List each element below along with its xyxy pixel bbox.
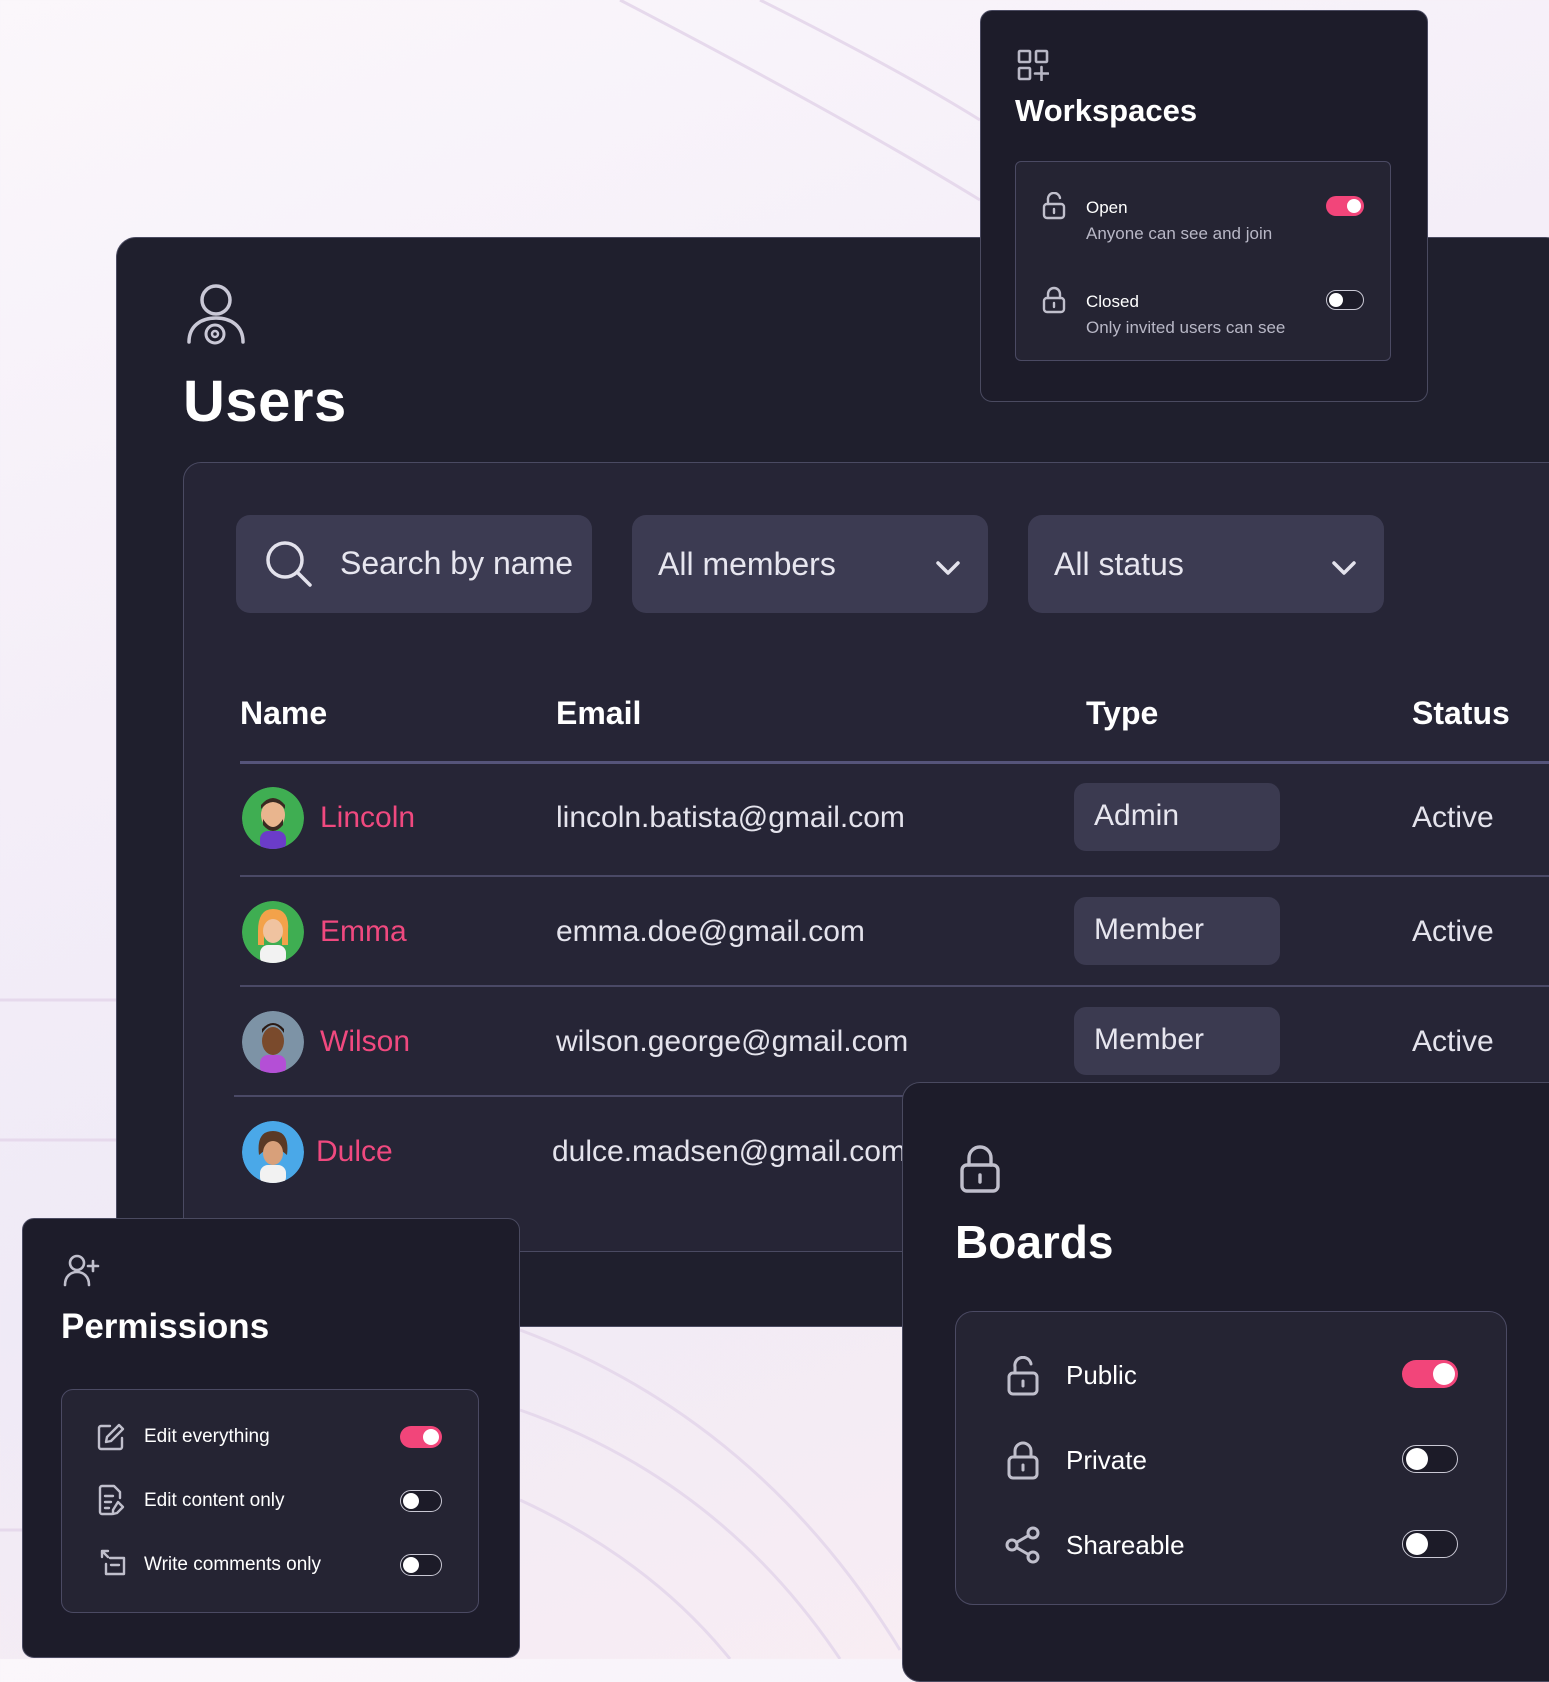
members-dropdown-value: All members [658,545,836,582]
unlock-icon [1042,192,1066,220]
column-header-name[interactable]: Name [240,695,327,732]
shareable-toggle[interactable] [1402,1530,1458,1558]
share-icon [1005,1526,1040,1564]
edit-everything-toggle[interactable] [400,1426,442,1448]
avatar [242,901,304,963]
user-name[interactable]: Dulce [316,1135,393,1169]
permissions-title: Permissions [61,1307,270,1346]
option-description: Only invited users can see [1086,318,1286,337]
public-toggle[interactable] [1402,1360,1458,1388]
option-label: Closed [1086,292,1139,311]
boards-title: Boards [955,1216,1114,1268]
workspaces-options: Open Anyone can see and join Closed Only… [1015,161,1391,361]
user-status: Active [1412,915,1494,948]
option-label: Private [1066,1445,1147,1475]
lock-icon [1007,1441,1039,1480]
user-settings-icon [187,284,245,345]
option-label: Open [1086,198,1128,217]
private-toggle[interactable] [1402,1445,1458,1473]
avatar [242,1121,304,1183]
status-dropdown[interactable]: All status [1028,515,1384,613]
column-header-email[interactable]: Email [556,695,641,732]
user-email: dulce.madsen@gmail.com [552,1135,906,1168]
column-header-status[interactable]: Status [1412,695,1510,732]
user-status: Active [1412,1025,1494,1058]
avatar [242,787,304,849]
option-description: Anyone can see and join [1086,224,1273,243]
user-name[interactable]: Emma [320,915,407,949]
grid-add-icon [1017,49,1049,81]
option-label: Write comments only [144,1554,322,1575]
user-email: lincoln.batista@gmail.com [556,801,905,834]
status-dropdown-value: All status [1054,545,1184,582]
lock-icon [960,1145,1000,1193]
user-type-pill[interactable]: Member [1074,1007,1280,1075]
search-placeholder: Search by name [340,545,574,581]
workspaces-title: Workspaces [1015,93,1198,128]
user-name[interactable]: Lincoln [320,801,415,835]
permissions-card: Permissions Edit everything Edit content… [22,1218,520,1658]
user-type: Member [1094,1023,1205,1056]
user-type-pill[interactable]: Admin [1074,783,1280,851]
table-row[interactable]: Emma emma.doe@gmail.com Member Active [184,877,1549,987]
avatar [242,1011,304,1073]
option-label: Edit content only [144,1490,285,1511]
members-dropdown[interactable]: All members [632,515,988,613]
user-add-icon [63,1254,100,1287]
chevron-down-icon [936,561,960,575]
user-email: emma.doe@gmail.com [556,915,865,948]
closed-toggle[interactable] [1326,290,1364,310]
option-label: Public [1066,1360,1137,1390]
unlock-icon [1007,1356,1039,1396]
permissions-options: Edit everything Edit content only Write … [61,1389,479,1613]
user-email: wilson.george@gmail.com [556,1025,909,1058]
comment-icon [100,1549,126,1576]
user-type: Admin [1094,799,1180,832]
boards-card: Boards Public Private Shareable [902,1082,1549,1682]
user-status: Active [1412,801,1494,834]
search-icon [266,541,312,587]
open-toggle[interactable] [1326,196,1364,216]
page-title: Users [183,369,347,434]
table-row[interactable]: Wilson wilson.george@gmail.com Member Ac… [184,987,1549,1097]
user-name[interactable]: Wilson [320,1025,410,1059]
user-type-pill[interactable]: Member [1074,897,1280,965]
workspaces-card: Workspaces Open Anyone can see and join … [980,10,1428,402]
edit-icon [97,1423,125,1451]
boards-options: Public Private Shareable [955,1311,1507,1605]
option-label: Edit everything [144,1426,270,1447]
user-type: Member [1094,913,1205,946]
option-label: Shareable [1066,1530,1185,1560]
lock-icon [1042,286,1066,314]
column-header-type[interactable]: Type [1086,695,1158,732]
document-edit-icon [98,1484,125,1516]
search-input[interactable]: Search by name [236,515,592,613]
table-row[interactable]: Lincoln lincoln.batista@gmail.com Admin … [184,763,1549,873]
edit-content-toggle[interactable] [400,1490,442,1512]
chevron-down-icon [1332,561,1356,575]
write-comments-toggle[interactable] [400,1554,442,1576]
